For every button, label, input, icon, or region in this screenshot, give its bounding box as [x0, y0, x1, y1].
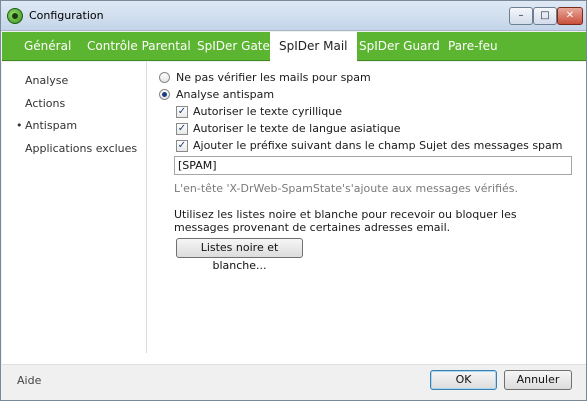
- sidebar-item-excluded-apps[interactable]: Applications exclues: [25, 142, 137, 155]
- tab-general[interactable]: Général: [15, 32, 80, 61]
- prefix-checkbox[interactable]: ✓: [176, 140, 188, 152]
- cyrillic-label[interactable]: Autoriser le texte cyrillique: [193, 105, 342, 118]
- spam-prefix-input[interactable]: [174, 156, 572, 175]
- configuration-window: Configuration – □ ✕ Général Contrôle Par…: [0, 0, 587, 401]
- tab-bar: Général Contrôle Parental SpIDer Gate Sp…: [2, 32, 586, 62]
- tab-firewall[interactable]: Pare-feu: [439, 32, 507, 61]
- content-area: Analyse Actions Antispam Applications ex…: [2, 62, 586, 364]
- spider-icon: [7, 8, 23, 24]
- header-hint: L'en-tête 'X-DrWeb-SpamState's'ajoute au…: [174, 182, 518, 195]
- antispam-panel: Ne pas vérifier les mails pour spam Anal…: [147, 62, 586, 364]
- asian-text-checkbox[interactable]: ✓: [176, 123, 188, 135]
- sidebar: Analyse Actions Antispam Applications ex…: [2, 62, 147, 353]
- tab-parental-control[interactable]: Contrôle Parental: [78, 32, 200, 61]
- cancel-button[interactable]: Annuler: [504, 370, 572, 390]
- cyrillic-checkbox[interactable]: ✓: [176, 106, 188, 118]
- minimize-button[interactable]: –: [509, 7, 533, 25]
- sidebar-item-actions[interactable]: Actions: [25, 97, 65, 110]
- lists-description: Utilisez les listes noire et blanche pou…: [174, 208, 517, 234]
- sidebar-item-analyse[interactable]: Analyse: [25, 74, 68, 87]
- help-link[interactable]: Aide: [17, 374, 41, 387]
- maximize-button[interactable]: □: [533, 7, 557, 25]
- black-white-lists-button[interactable]: Listes noire et blanche...: [176, 238, 303, 272]
- analyse-antispam-radio[interactable]: [159, 89, 170, 100]
- sidebar-item-antispam[interactable]: Antispam: [16, 119, 77, 132]
- analyse-antispam-label[interactable]: Analyse antispam: [176, 88, 274, 101]
- tab-spider-gate[interactable]: SpIDer Gate: [188, 32, 279, 61]
- tab-spider-guard[interactable]: SpIDer Guard: [350, 32, 449, 61]
- asian-text-label[interactable]: Autoriser le texte de langue asiatique: [193, 122, 401, 135]
- close-button[interactable]: ✕: [557, 7, 583, 25]
- prefix-label[interactable]: Ajouter le préfixe suivant dans le champ…: [193, 139, 562, 152]
- title-bar: Configuration – □ ✕: [1, 1, 586, 31]
- ok-button[interactable]: OK: [430, 370, 497, 390]
- tab-spider-mail[interactable]: SpIDer Mail: [270, 32, 357, 62]
- no-check-label[interactable]: Ne pas vérifier les mails pour spam: [176, 71, 371, 84]
- no-check-radio[interactable]: [159, 72, 170, 83]
- window-title: Configuration: [29, 9, 104, 22]
- footer: Aide OK Annuler: [2, 364, 586, 400]
